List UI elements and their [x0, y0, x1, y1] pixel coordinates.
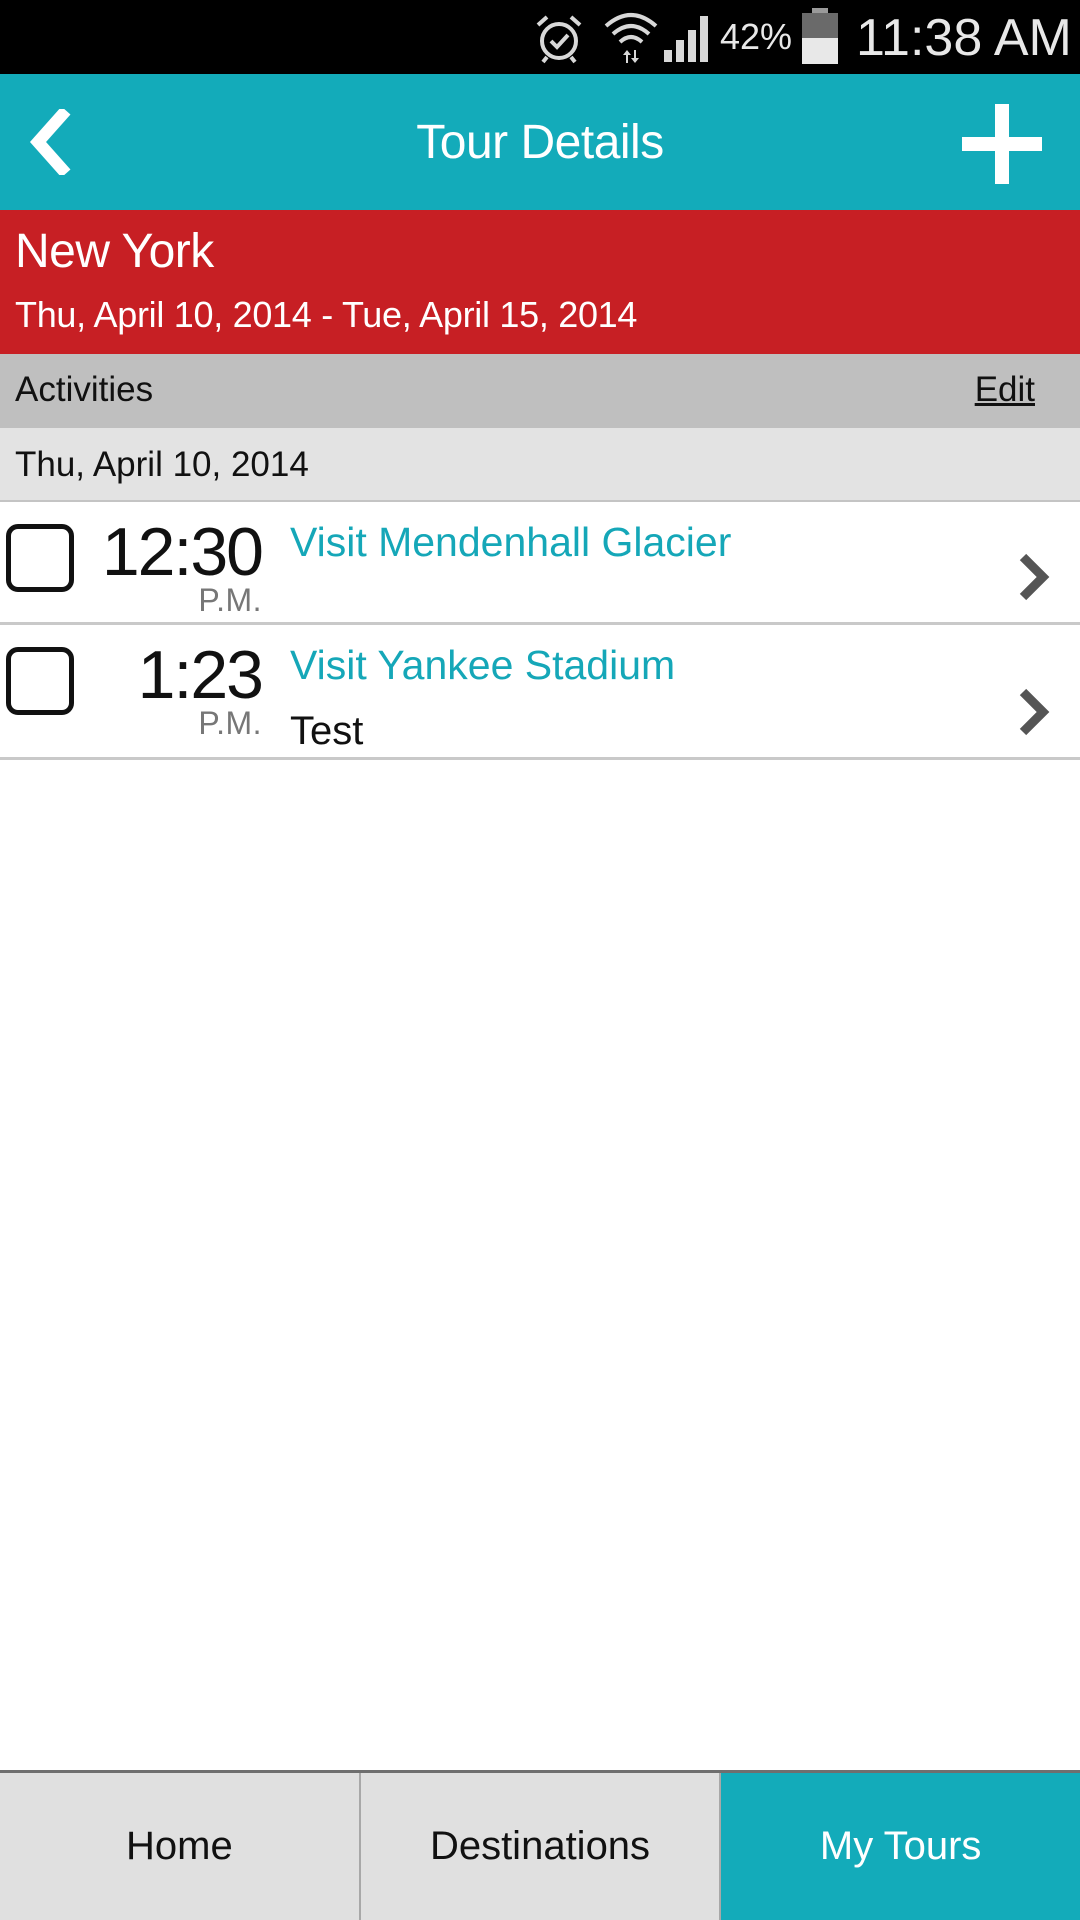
add-tour-button[interactable] [960, 102, 1044, 186]
bottom-tab-bar: Home Destinations My Tours [0, 1770, 1080, 1920]
chevron-left-icon [29, 109, 71, 175]
battery-icon [802, 8, 838, 64]
activity-ampm: P.M. [198, 705, 262, 741]
alarm-icon [536, 15, 582, 64]
activities-label: Activities [15, 370, 154, 409]
status-bar: 42% 11:38 AM [0, 0, 1080, 74]
status-time: 11:38 AM [856, 9, 1072, 67]
activity-ampm: P.M. [198, 582, 262, 618]
page-title: Tour Details [416, 115, 664, 169]
edit-button[interactable]: Edit [975, 370, 1035, 410]
activities-header: Activities Edit [0, 354, 1080, 428]
tab-destinations[interactable]: Destinations [361, 1773, 722, 1920]
tour-banner: New York Thu, April 10, 2014 - Tue, Apri… [0, 210, 1080, 354]
activity-name: Visit Mendenhall Glacier [290, 519, 732, 565]
tour-city: New York [15, 225, 214, 278]
chevron-right-icon [1019, 688, 1050, 736]
tab-home[interactable]: Home [0, 1773, 361, 1920]
signal-icon [664, 16, 708, 62]
activity-time: 12:30 [101, 514, 264, 590]
app-header: Tour Details [0, 74, 1080, 210]
back-button[interactable] [20, 104, 80, 180]
activity-name: Visit Yankee Stadium [290, 642, 676, 688]
activity-checkbox[interactable] [6, 524, 74, 592]
activity-row[interactable]: 1:23 P.M. Visit Yankee Stadium Test [0, 625, 1080, 760]
activity-note: Test [290, 709, 364, 753]
day-header: Thu, April 10, 2014 [0, 428, 1080, 502]
day-date: Thu, April 10, 2014 [15, 445, 309, 484]
tab-my-tours[interactable]: My Tours [721, 1773, 1080, 1920]
activity-time: 1:23 [137, 637, 264, 713]
activity-checkbox[interactable] [6, 647, 74, 715]
wifi-icon [604, 13, 658, 63]
tour-dates: Thu, April 10, 2014 - Tue, April 15, 201… [15, 294, 638, 335]
activity-list: 12:30 P.M. Visit Mendenhall Glacier 1:23… [0, 502, 1080, 760]
battery-percent: 42% [720, 16, 793, 57]
activity-row[interactable]: 12:30 P.M. Visit Mendenhall Glacier [0, 502, 1080, 625]
chevron-right-icon [1019, 553, 1050, 601]
